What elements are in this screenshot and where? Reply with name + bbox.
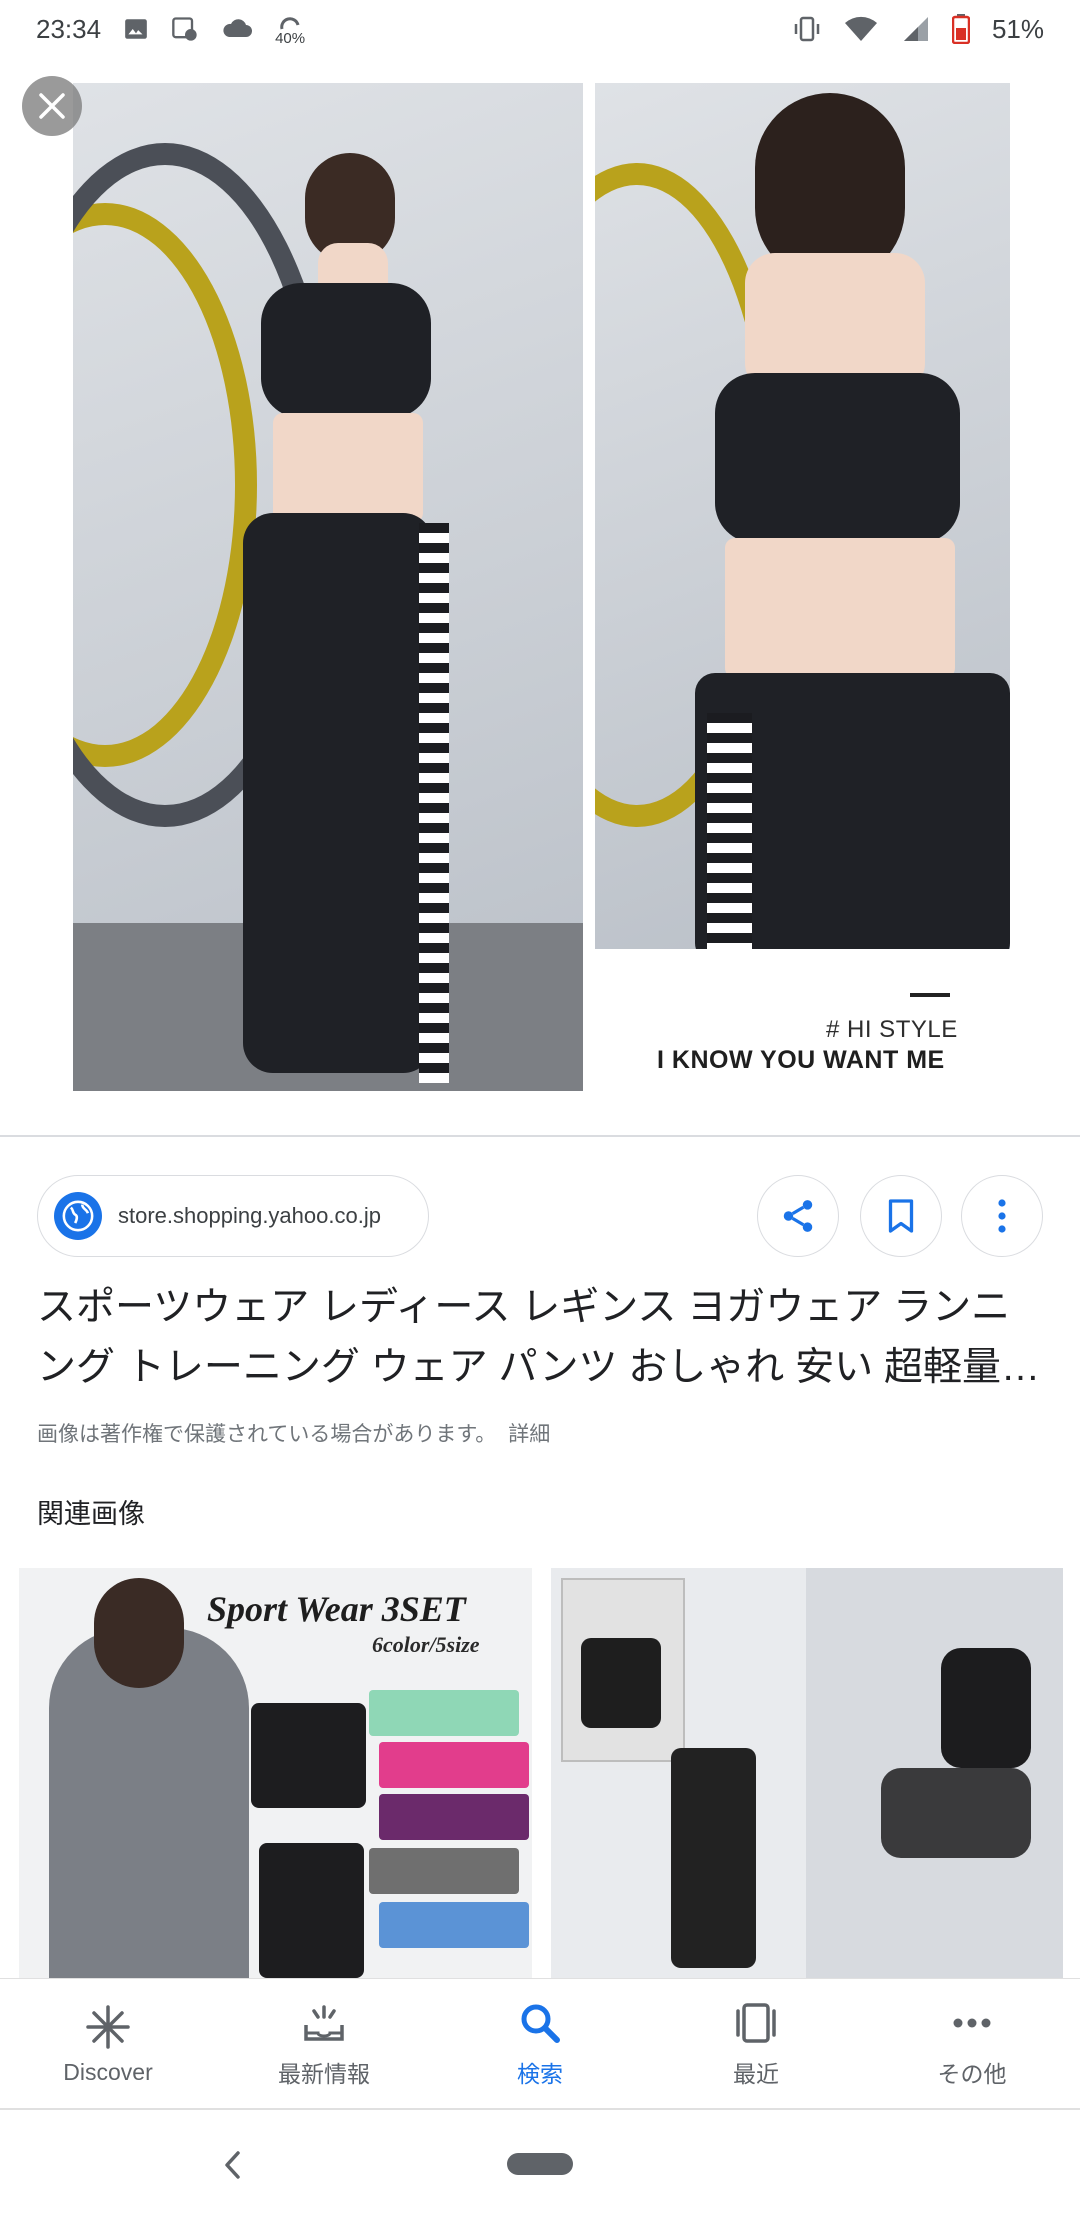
hero-caption-tagline: I KNOW YOU WANT ME	[657, 1046, 945, 1074]
copyright-detail-link[interactable]: 詳細	[508, 1423, 550, 1446]
nav-updates[interactable]: 最新情報	[216, 1979, 432, 2109]
hero-photo-left	[73, 83, 583, 1091]
nav-label: 検索	[517, 2061, 563, 2087]
status-bar: 23:34 40% 51%	[0, 0, 1080, 58]
color-swatch	[369, 1690, 519, 1736]
related-leggings	[259, 1843, 364, 1978]
hero-divider	[0, 1135, 1080, 1137]
status-time: 23:34	[36, 13, 102, 44]
hero-caption-style: # HI STYLE	[826, 1016, 958, 1043]
page-title[interactable]: スポーツウェア レディース レギンス ヨガウェア ランニング トレーニング ウェ…	[37, 1278, 1047, 1398]
related-model-head	[94, 1578, 184, 1688]
nav-more[interactable]: その他	[864, 1979, 1080, 2109]
status-right: 51%	[792, 14, 1044, 45]
model-waist	[725, 538, 955, 678]
color-swatch	[369, 1848, 519, 1894]
color-swatch	[379, 1902, 529, 1948]
related-pants	[671, 1748, 756, 1968]
related-shorts	[251, 1703, 366, 1808]
copyright-text: 画像は著作権で保護されている場合があります。	[37, 1423, 497, 1446]
leggings	[243, 513, 433, 1073]
globe-icon	[54, 1192, 102, 1240]
color-swatch	[379, 1794, 529, 1840]
recent-icon	[736, 2003, 776, 2043]
nav-label: 最新情報	[278, 2061, 370, 2087]
sports-bra	[261, 283, 431, 418]
copyright-notice: 画像は著作権で保護されている場合があります。 詳細	[37, 1418, 550, 1448]
battery-icon	[951, 14, 970, 44]
close-icon	[39, 93, 65, 119]
related-model-top	[941, 1648, 1031, 1768]
data-saver-icon: 40%	[275, 13, 305, 46]
related-image-2[interactable]	[551, 1568, 1063, 1978]
status-left: 23:34 40%	[36, 13, 305, 46]
legging-stripe	[707, 713, 752, 949]
hero-photo-right	[595, 83, 1010, 949]
close-button[interactable]	[22, 76, 82, 136]
model-waist	[273, 413, 423, 523]
screenshot-icon	[171, 15, 199, 43]
related-image-subtitle: 6color/5size	[372, 1632, 480, 1657]
nav-label: その他	[937, 2061, 1007, 2087]
wifi-icon	[844, 15, 878, 43]
cloud-icon	[221, 17, 253, 41]
nav-label: 最近	[733, 2061, 779, 2087]
bottom-navigation: Discover 最新情報 検索 最近 その他	[0, 1978, 1080, 2109]
nav-recent[interactable]: 最近	[648, 1979, 864, 2109]
system-navigation-bar	[0, 2110, 1080, 2220]
source-domain: store.shopping.yahoo.co.jp	[118, 1203, 381, 1228]
share-button[interactable]	[757, 1175, 839, 1257]
related-images-heading: 関連画像	[37, 1499, 145, 1529]
save-button[interactable]	[860, 1175, 942, 1257]
related-image-title: Sport Wear 3SET	[207, 1589, 466, 1629]
image-icon	[123, 16, 149, 42]
source-link-chip[interactable]: store.shopping.yahoo.co.jp	[37, 1175, 429, 1257]
home-gesture-pill[interactable]	[507, 2153, 573, 2175]
back-button[interactable]	[218, 2148, 246, 2187]
nav-label: Discover	[63, 2058, 153, 2085]
more-icon	[953, 2018, 991, 2028]
related-tshirt	[581, 1638, 661, 1728]
related-image-1[interactable]: Sport Wear 3SET 6color/5size	[19, 1568, 532, 1978]
more-vert-icon	[998, 1199, 1006, 1233]
nav-discover[interactable]: Discover	[0, 1979, 216, 2109]
legging-stripe	[419, 523, 449, 1083]
color-swatch	[379, 1742, 529, 1788]
battery-percent: 51%	[991, 13, 1044, 44]
model-shoulders	[745, 253, 925, 393]
caption-dash	[910, 993, 950, 997]
bookmark-icon	[888, 1199, 914, 1233]
nav-search[interactable]: 検索	[432, 1979, 648, 2109]
sports-bra	[715, 373, 960, 543]
related-model-legs	[881, 1768, 1031, 1858]
back-chevron-icon	[225, 2151, 240, 2179]
vibrate-icon	[792, 15, 822, 43]
hero-image[interactable]: # HI STYLE I KNOW YOU WANT ME	[0, 58, 1080, 1135]
updates-icon	[304, 2005, 344, 2041]
search-icon	[521, 2004, 560, 2043]
discover-icon	[86, 2004, 130, 2049]
share-icon	[783, 1200, 813, 1232]
more-options-button[interactable]	[961, 1175, 1043, 1257]
signal-icon	[900, 15, 930, 43]
